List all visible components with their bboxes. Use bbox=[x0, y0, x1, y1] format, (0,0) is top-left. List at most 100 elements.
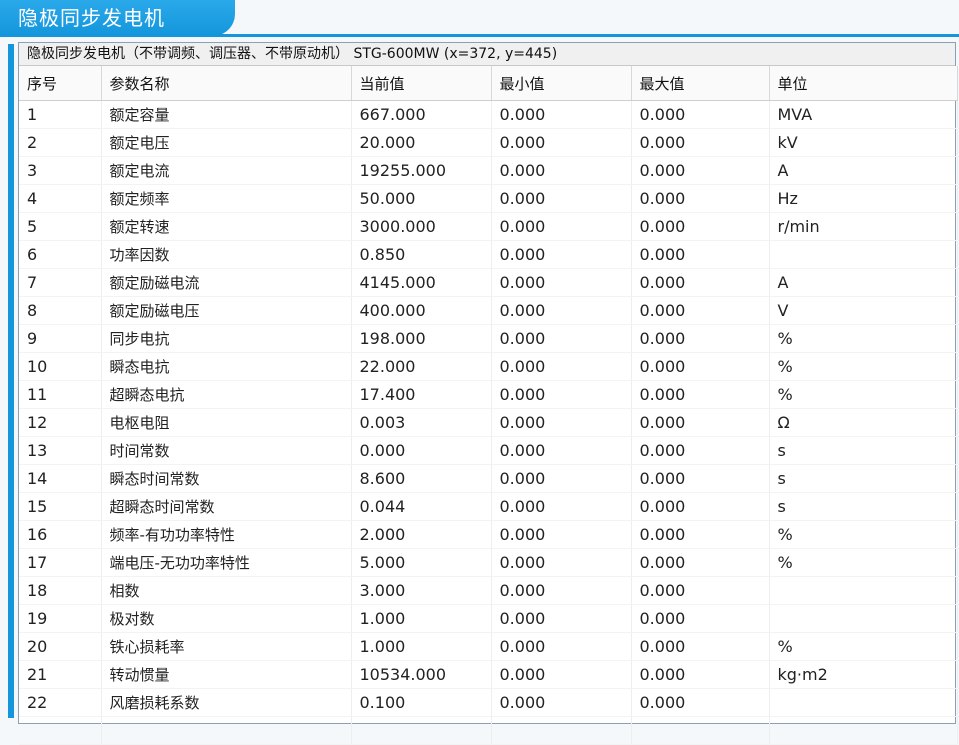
cell-current-value[interactable]: 3.000 bbox=[351, 576, 492, 605]
cell-current-value[interactable]: 400.000 bbox=[351, 296, 492, 325]
cell-unit: kg·m2 bbox=[769, 660, 958, 689]
table-row[interactable]: 8 额定励磁电压 400.000 0.000 0.000 V bbox=[19, 296, 958, 325]
cell-current-value[interactable]: 10534.000 bbox=[351, 660, 492, 689]
parameter-panel: 隐极同步发电机（不带调频、调压器、不带原动机） STG-600MW (x=372… bbox=[18, 42, 958, 745]
header-unit[interactable]: 单位 bbox=[769, 66, 958, 101]
cell-current-value[interactable]: 3000.000 bbox=[351, 212, 492, 241]
table-row[interactable]: 6 功率因数 0.850 0.000 0.000 bbox=[19, 240, 958, 269]
cell-index: 3 bbox=[19, 156, 102, 185]
table-row[interactable]: 4 额定频率 50.000 0.000 0.000 Hz bbox=[19, 184, 958, 213]
header-max-value[interactable]: 最大值 bbox=[631, 66, 770, 101]
cell-unit: % bbox=[769, 380, 958, 409]
header-min-value[interactable]: 最小值 bbox=[491, 66, 632, 101]
table-row[interactable]: 1 额定容量 667.000 0.000 0.000 MVA bbox=[19, 100, 958, 129]
table-row[interactable]: 21 转动惯量 10534.000 0.000 0.000 kg·m2 bbox=[19, 660, 958, 689]
table-row[interactable]: 18 相数 3.000 0.000 0.000 bbox=[19, 576, 958, 605]
cell-param-name: 电枢电阻 bbox=[101, 408, 352, 437]
table-row[interactable]: 3 额定电流 19255.000 0.000 0.000 A bbox=[19, 156, 958, 185]
cell-max-value: 0.000 bbox=[631, 492, 770, 521]
cell-current-value[interactable]: 0.100 bbox=[351, 688, 492, 717]
cell-min-value: 0.000 bbox=[491, 688, 632, 717]
table-row[interactable]: 5 额定转速 3000.000 0.000 0.000 r/min bbox=[19, 212, 958, 241]
cell-index: 5 bbox=[19, 212, 102, 241]
cell-index: 2 bbox=[19, 128, 102, 157]
table-row[interactable]: 15 超瞬态时间常数 0.044 0.000 0.000 s bbox=[19, 492, 958, 521]
cell-current-value[interactable]: 0.003 bbox=[351, 408, 492, 437]
cell-unit: % bbox=[769, 548, 958, 577]
table-row[interactable]: 2 额定电压 20.000 0.000 0.000 kV bbox=[19, 128, 958, 157]
cell-current-value[interactable]: 19255.000 bbox=[351, 156, 492, 185]
cell-current-value[interactable]: 198.000 bbox=[351, 324, 492, 353]
header-current-value[interactable]: 当前值 bbox=[351, 66, 492, 101]
empty-cell bbox=[769, 716, 958, 745]
cell-current-value[interactable]: 0.850 bbox=[351, 240, 492, 269]
cell-current-value[interactable]: 0.044 bbox=[351, 492, 492, 521]
table-row[interactable]: 7 额定励磁电流 4145.000 0.000 0.000 A bbox=[19, 268, 958, 297]
table-row[interactable]: 20 铁心损耗率 1.000 0.000 0.000% bbox=[19, 632, 958, 661]
cell-current-value[interactable]: 4145.000 bbox=[351, 268, 492, 297]
cell-param-name: 超瞬态时间常数 bbox=[101, 492, 352, 521]
cell-max-value: 0.000 bbox=[631, 380, 770, 409]
cell-min-value: 0.000 bbox=[491, 464, 632, 493]
cell-min-value: 0.000 bbox=[491, 100, 632, 129]
table-row[interactable]: 22 风磨损耗系数 0.100 0.000 0.000 bbox=[19, 688, 958, 717]
cell-current-value[interactable]: 22.000 bbox=[351, 352, 492, 381]
cell-current-value[interactable]: 2.000 bbox=[351, 520, 492, 549]
cell-min-value: 0.000 bbox=[491, 352, 632, 381]
cell-max-value: 0.000 bbox=[631, 576, 770, 605]
left-accent-bar bbox=[8, 44, 14, 718]
cell-max-value: 0.000 bbox=[631, 520, 770, 549]
module-tab-label: 隐极同步发电机 bbox=[18, 6, 165, 30]
cell-param-name: 相数 bbox=[101, 576, 352, 605]
cell-current-value[interactable]: 50.000 bbox=[351, 184, 492, 213]
cell-param-name: 超瞬态电抗 bbox=[101, 380, 352, 409]
cell-unit: r/min bbox=[769, 212, 958, 241]
table-row[interactable]: 16 频率-有功功率特性 2.000 0.000 0.000% bbox=[19, 520, 958, 549]
table-row[interactable]: 17 端电压-无功功率特性 5.000 0.000 0.000% bbox=[19, 548, 958, 577]
cell-current-value[interactable]: 0.000 bbox=[351, 436, 492, 465]
module-tab[interactable]: 隐极同步发电机 bbox=[0, 0, 235, 36]
table-row[interactable]: 14 瞬态时间常数 8.600 0.000 0.000 s bbox=[19, 464, 958, 493]
header-param-name[interactable]: 参数名称 bbox=[101, 66, 352, 101]
cell-current-value[interactable]: 17.400 bbox=[351, 380, 492, 409]
cell-param-name: 额定频率 bbox=[101, 184, 352, 213]
cell-unit: A bbox=[769, 268, 958, 297]
cell-unit: s bbox=[769, 436, 958, 465]
cell-unit: V bbox=[769, 296, 958, 325]
cell-index: 11 bbox=[19, 380, 102, 409]
cell-param-name: 极对数 bbox=[101, 604, 352, 633]
table-row[interactable]: 12 电枢电阻 0.003 0.000 0.000 Ω bbox=[19, 408, 958, 437]
cell-current-value[interactable]: 20.000 bbox=[351, 128, 492, 157]
cell-current-value[interactable]: 1.000 bbox=[351, 604, 492, 633]
cell-current-value[interactable]: 667.000 bbox=[351, 100, 492, 129]
cell-max-value: 0.000 bbox=[631, 436, 770, 465]
cell-unit bbox=[769, 240, 958, 269]
cell-index: 21 bbox=[19, 660, 102, 689]
header-index[interactable]: 序号 bbox=[19, 66, 102, 101]
table-row[interactable]: 11 超瞬态电抗 17.400 0.000 0.000% bbox=[19, 380, 958, 409]
cell-index: 1 bbox=[19, 100, 102, 129]
cell-min-value: 0.000 bbox=[491, 380, 632, 409]
cell-index: 10 bbox=[19, 352, 102, 381]
cell-current-value[interactable]: 1.000 bbox=[351, 632, 492, 661]
table-row[interactable]: 19 极对数 1.000 0.000 0.000 bbox=[19, 604, 958, 633]
table-row[interactable]: 10 瞬态电抗 22.000 0.000 0.000% bbox=[19, 352, 958, 381]
cell-current-value[interactable]: 5.000 bbox=[351, 548, 492, 577]
cell-min-value: 0.000 bbox=[491, 660, 632, 689]
cell-current-value[interactable]: 8.600 bbox=[351, 464, 492, 493]
cell-param-name: 端电压-无功功率特性 bbox=[101, 548, 352, 577]
cell-unit: Hz bbox=[769, 184, 958, 213]
parameter-table: 序号 参数名称 当前值 最小值 最大值 单位 1 额定容量 667.000 0.000… bbox=[19, 66, 958, 745]
cell-index: 4 bbox=[19, 184, 102, 213]
cell-param-name: 额定电压 bbox=[101, 128, 352, 157]
cell-max-value: 0.000 bbox=[631, 324, 770, 353]
cell-max-value: 0.000 bbox=[631, 408, 770, 437]
cell-max-value: 0.000 bbox=[631, 632, 770, 661]
cell-max-value: 0.000 bbox=[631, 128, 770, 157]
tab-underline bbox=[0, 34, 959, 37]
table-row[interactable]: 13 时间常数 0.000 0.000 0.000 s bbox=[19, 436, 958, 465]
cell-param-name: 额定转速 bbox=[101, 212, 352, 241]
cell-param-name: 额定容量 bbox=[101, 100, 352, 129]
table-row[interactable]: 9 同步电抗 198.000 0.000 0.000% bbox=[19, 324, 958, 353]
cell-max-value: 0.000 bbox=[631, 100, 770, 129]
